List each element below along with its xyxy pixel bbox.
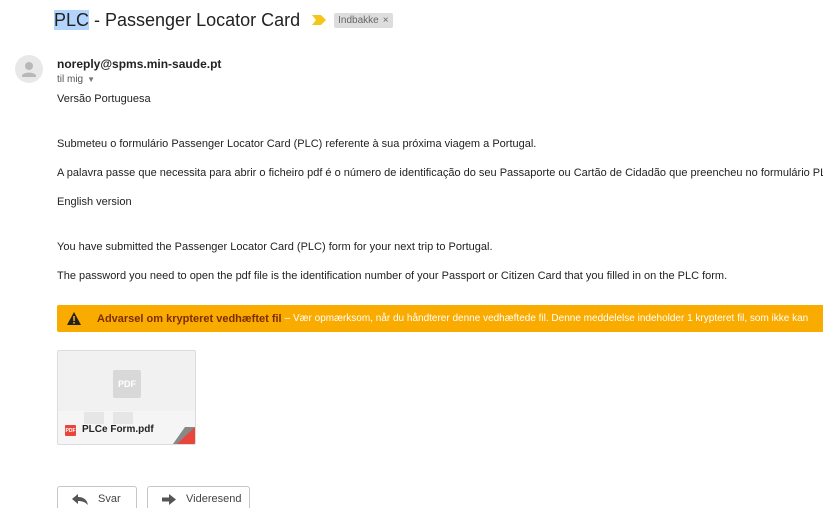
forward-arrow-icon	[162, 493, 176, 505]
pdf-file-icon: PDF	[65, 425, 76, 436]
encrypted-attachment-warning: Advarsel om krypteret vedhæftet fil – Væ…	[57, 305, 823, 332]
attachment-corner-fold-icon	[173, 427, 195, 444]
preview-shadow-left	[84, 412, 104, 424]
recipient-text: til mig	[57, 74, 84, 85]
reply-label: Svar	[98, 493, 121, 505]
recipient-line[interactable]: til mig ▼	[57, 74, 95, 85]
default-avatar-icon	[15, 55, 43, 83]
reply-arrow-icon	[72, 493, 88, 505]
warning-text: – Vær opmærksom, når du håndterer denne …	[284, 313, 809, 324]
subject-highlight: PLC	[54, 9, 90, 30]
importance-marker-icon[interactable]	[312, 15, 327, 25]
attachment-card[interactable]: PDF PDF PLCe Form.pdf	[57, 350, 196, 445]
email-subject-row: PLC - Passenger Locator Card Indbakke ×	[54, 8, 393, 32]
subject-text: - Passenger Locator Card	[89, 9, 301, 30]
warning-title: Advarsel om krypteret vedhæftet fil	[97, 312, 282, 325]
reply-button[interactable]: Svar	[57, 486, 137, 508]
forward-button[interactable]: Videresend	[147, 486, 250, 508]
label-chip-text: Indbakke	[338, 14, 379, 26]
body-heading-pt: Versão Portuguesa	[57, 93, 151, 105]
body-paragraph-pt-1: Submeteu o formulário Passenger Locator …	[57, 138, 537, 150]
label-chip-inbox[interactable]: Indbakke ×	[334, 12, 393, 28]
email-subject: PLC - Passenger Locator Card	[54, 9, 301, 31]
body-paragraph-en-1: You have submitted the Passenger Locator…	[57, 241, 493, 253]
body-paragraph-en-2: The password you need to open the pdf fi…	[57, 270, 728, 282]
pdf-preview-icon: PDF	[113, 370, 141, 398]
label-remove-icon[interactable]: ×	[383, 15, 389, 26]
warning-triangle-icon	[67, 312, 81, 325]
preview-shadow-right	[113, 412, 133, 424]
sender-address[interactable]: noreply@spms.min-saude.pt	[57, 57, 221, 71]
attachment-filename: PLCe Form.pdf	[82, 424, 154, 435]
body-paragraph-pt-2: A palavra passe que necessita para abrir…	[57, 167, 823, 179]
chevron-down-icon[interactable]: ▼	[87, 75, 95, 84]
forward-label: Videresend	[186, 493, 242, 505]
body-heading-en: English version	[57, 196, 132, 208]
